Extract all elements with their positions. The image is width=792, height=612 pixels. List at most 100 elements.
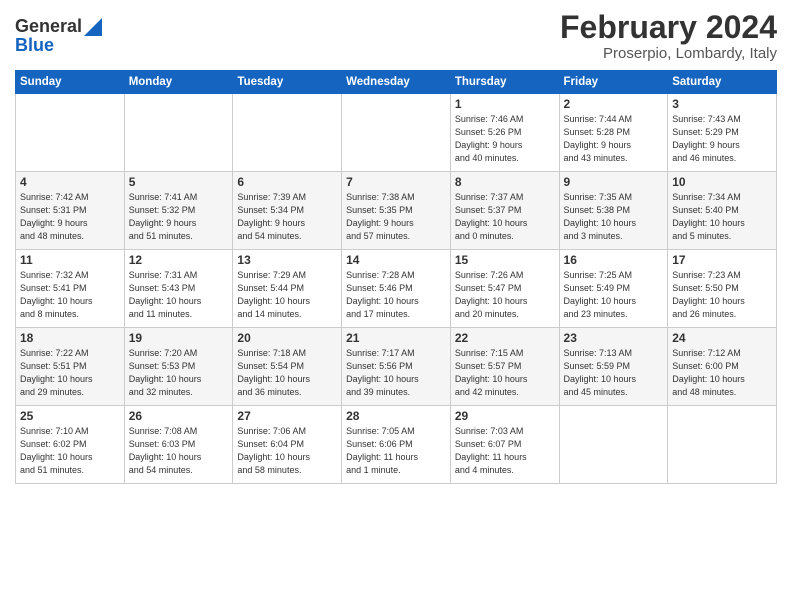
calendar-cell: 5 Sunrise: 7:41 AM Sunset: 5:32 PM Daylig… xyxy=(124,172,233,250)
cell-content: Sunrise: 7:05 AM Sunset: 6:06 PM Dayligh… xyxy=(346,425,446,477)
calendar-week-row: 4Sunrise: 7:42 AM Sunset: 5:31 PM Daylig… xyxy=(16,172,777,250)
header: General Blue February 2024 Proserpio, Lo… xyxy=(15,10,777,62)
day-of-week-header: Friday xyxy=(559,71,668,94)
cell-content: Sunrise: 7:26 AM Sunset: 5:47 PM Dayligh… xyxy=(455,269,555,321)
day-number: 1 xyxy=(455,97,555,111)
day-number: 3 xyxy=(672,97,772,111)
calendar-cell: 22 Sunrise: 7:15 AM Sunset: 5:57 PM Dayli… xyxy=(450,328,559,406)
cell-content: Sunrise: 7:17 AM Sunset: 5:56 PM Dayligh… xyxy=(346,347,446,399)
calendar-cell: 20 Sunrise: 7:18 AM Sunset: 5:54 PM Dayli… xyxy=(233,328,342,406)
calendar-week-row: 18Sunrise: 7:22 AM Sunset: 5:51 PM Dayli… xyxy=(16,328,777,406)
calendar-week-row: 11 Sunrise: 7:32 AM Sunset: 5:41 PM Dayli… xyxy=(16,250,777,328)
cell-content: Sunrise: 7:29 AM Sunset: 5:44 PM Dayligh… xyxy=(237,269,337,321)
day-number: 9 xyxy=(564,175,664,189)
calendar-cell: 15Sunrise: 7:26 AM Sunset: 5:47 PM Dayli… xyxy=(450,250,559,328)
calendar-cell: 12 Sunrise: 7:31 AM Sunset: 5:43 PM Dayli… xyxy=(124,250,233,328)
calendar-cell: 2 Sunrise: 7:44 AM Sunset: 5:28 PM Daylig… xyxy=(559,94,668,172)
cell-content: Sunrise: 7:20 AM Sunset: 5:53 PM Dayligh… xyxy=(129,347,229,399)
cell-content: Sunrise: 7:34 AM Sunset: 5:40 PM Dayligh… xyxy=(672,191,772,243)
cell-content: Sunrise: 7:39 AM Sunset: 5:34 PM Dayligh… xyxy=(237,191,337,243)
calendar-cell xyxy=(668,406,777,484)
calendar-cell xyxy=(559,406,668,484)
title-area: February 2024 Proserpio, Lombardy, Italy xyxy=(560,10,777,62)
cell-content: Sunrise: 7:10 AM Sunset: 6:02 PM Dayligh… xyxy=(20,425,120,477)
day-number: 7 xyxy=(346,175,446,189)
day-of-week-header: Sunday xyxy=(16,71,125,94)
day-of-week-header: Monday xyxy=(124,71,233,94)
header-row: SundayMondayTuesdayWednesdayThursdayFrid… xyxy=(16,71,777,94)
day-number: 14 xyxy=(346,253,446,267)
day-of-week-header: Wednesday xyxy=(342,71,451,94)
day-number: 18 xyxy=(20,331,120,345)
calendar-cell xyxy=(16,94,125,172)
cell-content: Sunrise: 7:35 AM Sunset: 5:38 PM Dayligh… xyxy=(564,191,664,243)
cell-content: Sunrise: 7:32 AM Sunset: 5:41 PM Dayligh… xyxy=(20,269,120,321)
calendar-cell: 13 Sunrise: 7:29 AM Sunset: 5:44 PM Dayli… xyxy=(233,250,342,328)
calendar-cell: 26Sunrise: 7:08 AM Sunset: 6:03 PM Dayli… xyxy=(124,406,233,484)
calendar-cell: 23Sunrise: 7:13 AM Sunset: 5:59 PM Dayli… xyxy=(559,328,668,406)
cell-content: Sunrise: 7:25 AM Sunset: 5:49 PM Dayligh… xyxy=(564,269,664,321)
day-number: 13 xyxy=(237,253,337,267)
day-number: 29 xyxy=(455,409,555,423)
day-number: 8 xyxy=(455,175,555,189)
logo-blue-text: Blue xyxy=(15,35,54,56)
day-number: 19 xyxy=(129,331,229,345)
cell-content: Sunrise: 7:23 AM Sunset: 5:50 PM Dayligh… xyxy=(672,269,772,321)
cell-content: Sunrise: 7:03 AM Sunset: 6:07 PM Dayligh… xyxy=(455,425,555,477)
cell-content: Sunrise: 7:15 AM Sunset: 5:57 PM Dayligh… xyxy=(455,347,555,399)
day-number: 28 xyxy=(346,409,446,423)
cell-content: Sunrise: 7:28 AM Sunset: 5:46 PM Dayligh… xyxy=(346,269,446,321)
cell-content: Sunrise: 7:31 AM Sunset: 5:43 PM Dayligh… xyxy=(129,269,229,321)
logo: General Blue xyxy=(15,16,102,56)
calendar-cell: 6Sunrise: 7:39 AM Sunset: 5:34 PM Daylig… xyxy=(233,172,342,250)
calendar-week-row: 1Sunrise: 7:46 AM Sunset: 5:26 PM Daylig… xyxy=(16,94,777,172)
day-number: 12 xyxy=(129,253,229,267)
calendar-cell: 9 Sunrise: 7:35 AM Sunset: 5:38 PM Daylig… xyxy=(559,172,668,250)
logo-general-text: General xyxy=(15,16,82,37)
day-number: 5 xyxy=(129,175,229,189)
calendar-cell: 17Sunrise: 7:23 AM Sunset: 5:50 PM Dayli… xyxy=(668,250,777,328)
cell-content: Sunrise: 7:44 AM Sunset: 5:28 PM Dayligh… xyxy=(564,113,664,165)
cell-content: Sunrise: 7:08 AM Sunset: 6:03 PM Dayligh… xyxy=(129,425,229,477)
calendar-cell: 28 Sunrise: 7:05 AM Sunset: 6:06 PM Dayli… xyxy=(342,406,451,484)
day-of-week-header: Thursday xyxy=(450,71,559,94)
day-number: 21 xyxy=(346,331,446,345)
cell-content: Sunrise: 7:42 AM Sunset: 5:31 PM Dayligh… xyxy=(20,191,120,243)
cell-content: Sunrise: 7:12 AM Sunset: 6:00 PM Dayligh… xyxy=(672,347,772,399)
month-title: February 2024 xyxy=(560,10,777,45)
calendar-cell: 4Sunrise: 7:42 AM Sunset: 5:31 PM Daylig… xyxy=(16,172,125,250)
calendar-cell: 24 Sunrise: 7:12 AM Sunset: 6:00 PM Dayli… xyxy=(668,328,777,406)
logo-icon xyxy=(84,18,102,36)
day-number: 25 xyxy=(20,409,120,423)
calendar-cell: 10 Sunrise: 7:34 AM Sunset: 5:40 PM Dayli… xyxy=(668,172,777,250)
day-number: 10 xyxy=(672,175,772,189)
cell-content: Sunrise: 7:41 AM Sunset: 5:32 PM Dayligh… xyxy=(129,191,229,243)
calendar-cell xyxy=(233,94,342,172)
day-number: 22 xyxy=(455,331,555,345)
calendar-cell: 21 Sunrise: 7:17 AM Sunset: 5:56 PM Dayli… xyxy=(342,328,451,406)
day-of-week-header: Saturday xyxy=(668,71,777,94)
cell-content: Sunrise: 7:18 AM Sunset: 5:54 PM Dayligh… xyxy=(237,347,337,399)
day-number: 11 xyxy=(20,253,120,267)
calendar-cell: 19 Sunrise: 7:20 AM Sunset: 5:53 PM Dayli… xyxy=(124,328,233,406)
day-number: 27 xyxy=(237,409,337,423)
calendar-cell: 18Sunrise: 7:22 AM Sunset: 5:51 PM Dayli… xyxy=(16,328,125,406)
calendar-cell xyxy=(124,94,233,172)
cell-content: Sunrise: 7:43 AM Sunset: 5:29 PM Dayligh… xyxy=(672,113,772,165)
day-number: 20 xyxy=(237,331,337,345)
day-number: 23 xyxy=(564,331,664,345)
cell-content: Sunrise: 7:38 AM Sunset: 5:35 PM Dayligh… xyxy=(346,191,446,243)
day-number: 16 xyxy=(564,253,664,267)
calendar-cell: 16 Sunrise: 7:25 AM Sunset: 5:49 PM Dayli… xyxy=(559,250,668,328)
calendar-cell: 14 Sunrise: 7:28 AM Sunset: 5:46 PM Dayli… xyxy=(342,250,451,328)
day-of-week-header: Tuesday xyxy=(233,71,342,94)
day-number: 24 xyxy=(672,331,772,345)
calendar-cell: 11 Sunrise: 7:32 AM Sunset: 5:41 PM Dayli… xyxy=(16,250,125,328)
calendar-header: SundayMondayTuesdayWednesdayThursdayFrid… xyxy=(16,71,777,94)
calendar-cell: 8Sunrise: 7:37 AM Sunset: 5:37 PM Daylig… xyxy=(450,172,559,250)
calendar-cell: 29 Sunrise: 7:03 AM Sunset: 6:07 PM Dayli… xyxy=(450,406,559,484)
day-number: 2 xyxy=(564,97,664,111)
calendar-cell: 25 Sunrise: 7:10 AM Sunset: 6:02 PM Dayli… xyxy=(16,406,125,484)
calendar-cell: 27 Sunrise: 7:06 AM Sunset: 6:04 PM Dayli… xyxy=(233,406,342,484)
cell-content: Sunrise: 7:06 AM Sunset: 6:04 PM Dayligh… xyxy=(237,425,337,477)
